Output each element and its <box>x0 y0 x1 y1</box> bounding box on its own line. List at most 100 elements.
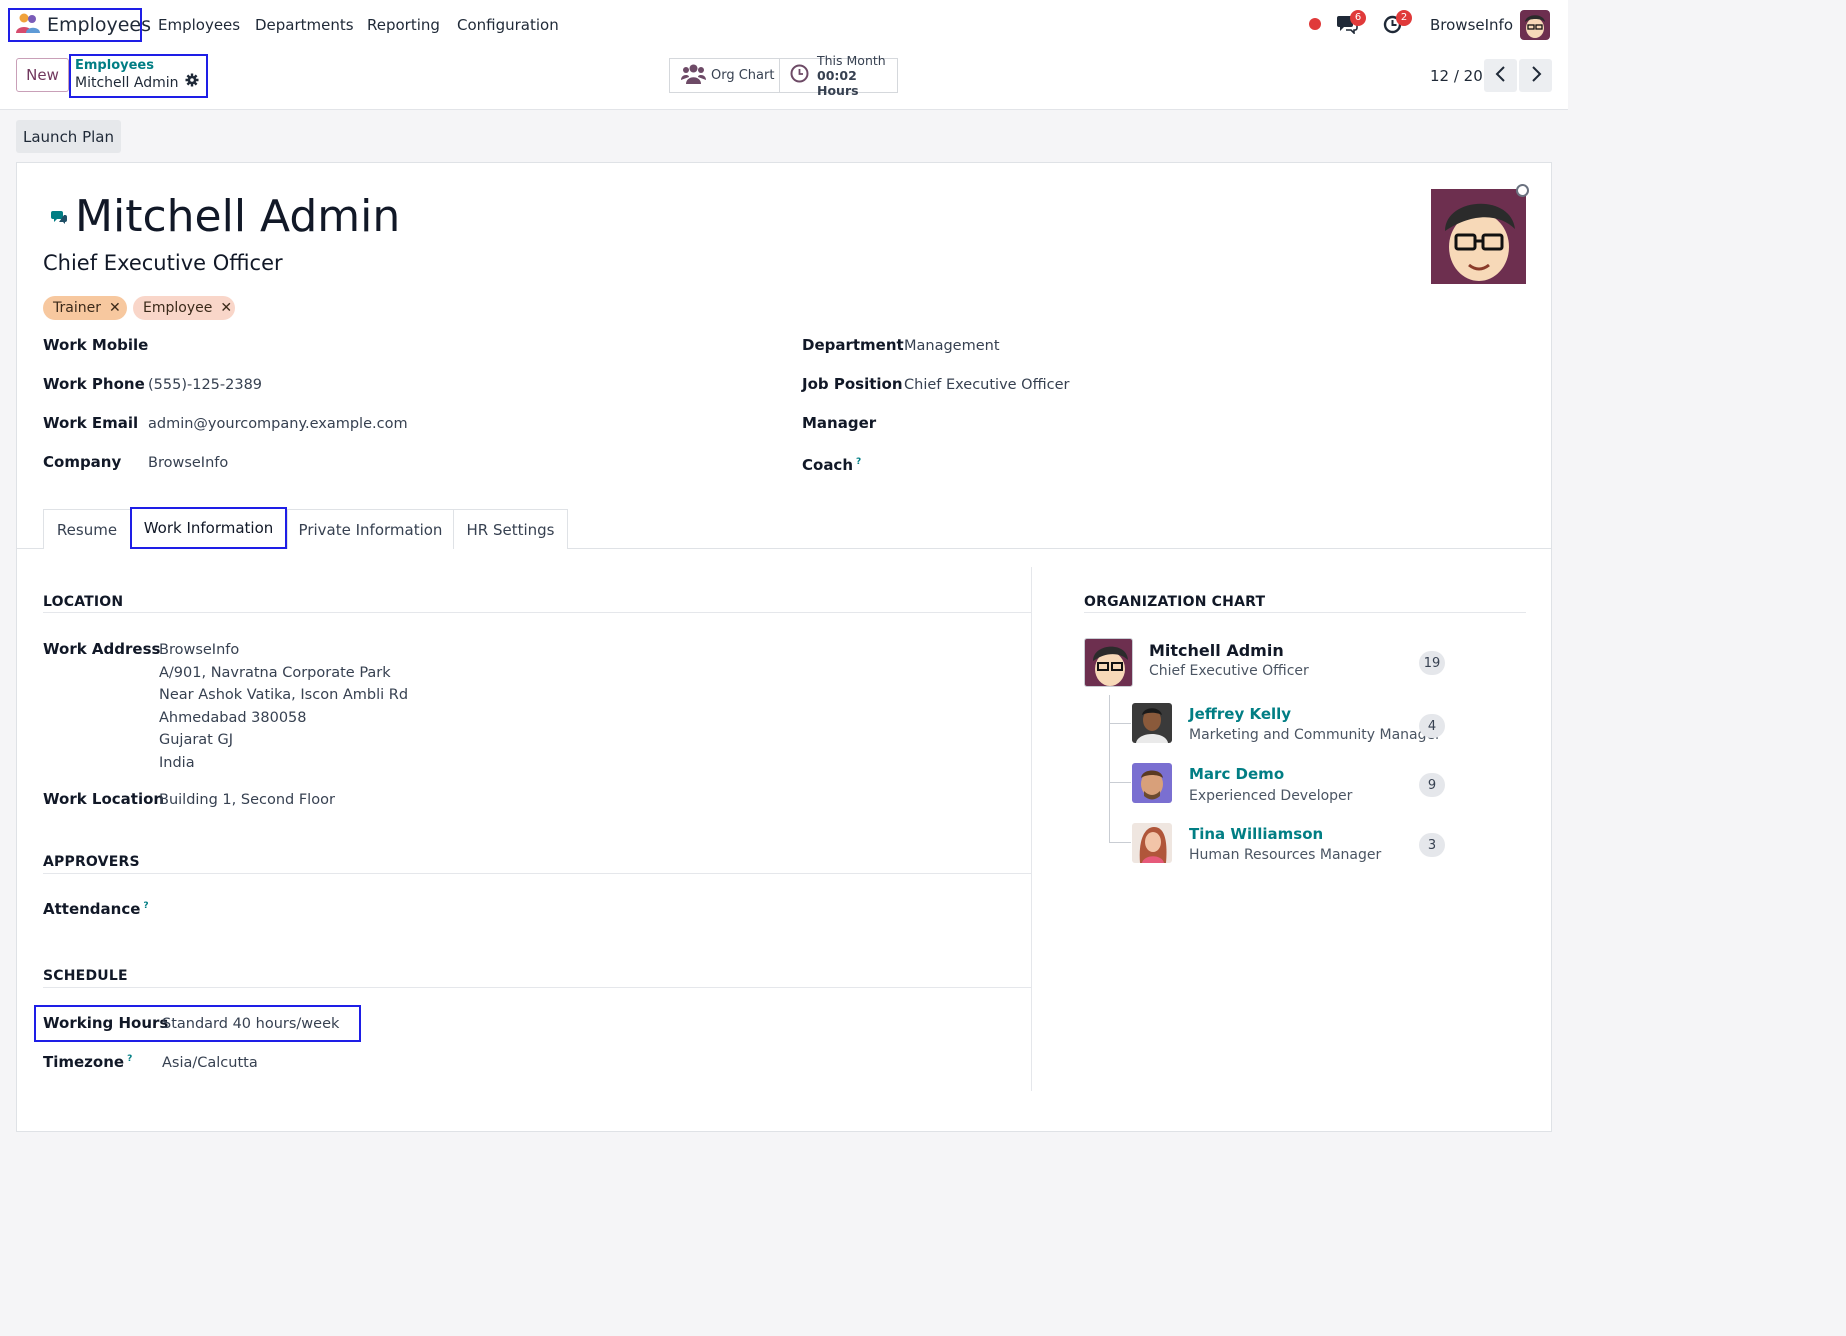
org-chart-count[interactable]: 4 <box>1419 714 1445 738</box>
org-chart-count[interactable]: 9 <box>1419 773 1445 797</box>
org-chart-job: Marketing and Community Manager <box>1189 727 1441 743</box>
help-icon[interactable]: ? <box>856 457 861 467</box>
timesheet-button[interactable]: This Month 00:02 Hours <box>779 53 898 98</box>
work-location-field[interactable]: Building 1, Second Floor <box>159 792 335 808</box>
department-field[interactable]: Management <box>904 338 1000 354</box>
work-email-field[interactable]: admin@yourcompany.example.com <box>148 416 408 432</box>
timesheet-hours: 00:02 Hours <box>817 68 859 98</box>
tree-line <box>1109 695 1110 842</box>
manager-label: Manager <box>802 414 877 432</box>
org-chart-name-tina-williamson[interactable]: Tina Williamson <box>1189 825 1323 843</box>
employee-name[interactable]: Mitchell Admin <box>75 191 400 242</box>
org-chart-name-marc-demo[interactable]: Marc Demo <box>1189 765 1284 783</box>
working-hours-field[interactable]: Standard 40 hours/week <box>162 1016 339 1032</box>
user-avatar[interactable] <box>1520 10 1550 40</box>
org-chart-count[interactable]: 3 <box>1419 833 1445 857</box>
tab-work-information[interactable]: Work Information <box>130 507 287 549</box>
tree-line <box>1109 782 1131 783</box>
org-chart-avatar-jeffrey-kelly[interactable] <box>1132 703 1172 743</box>
remove-tag-icon[interactable]: ✕ <box>220 300 232 316</box>
tab-hr-settings[interactable]: HR Settings <box>453 509 568 549</box>
gear-icon[interactable] <box>185 73 199 93</box>
company-field[interactable]: BrowseInfo <box>148 455 228 471</box>
org-chart-self-job: Chief Executive Officer <box>1149 663 1309 679</box>
top-navbar: Employees Employees Departments Reportin… <box>0 0 1568 50</box>
address-line: India <box>159 754 195 771</box>
org-chart-self-avatar[interactable] <box>1084 638 1133 687</box>
tab-resume[interactable]: Resume <box>43 509 131 549</box>
coach-label-text: Coach <box>802 456 854 474</box>
tag-trainer-label: Trainer <box>53 300 101 316</box>
timezone-label: Timezone? <box>43 1053 132 1071</box>
breadcrumb-current-label: Mitchell Admin <box>75 74 179 91</box>
schedule-section-title: SCHEDULE <box>43 968 128 984</box>
department-label: Department <box>802 336 904 354</box>
help-icon[interactable]: ? <box>127 1054 132 1064</box>
org-chart-avatar-tina-williamson[interactable] <box>1132 823 1172 863</box>
presence-status-icon <box>1516 184 1529 197</box>
company-switcher[interactable]: BrowseInfo <box>1430 16 1513 34</box>
working-hours-label: Working Hours <box>43 1014 169 1032</box>
tag-employee: Employee ✕ <box>133 296 235 320</box>
timesheet-stat: This Month 00:02 Hours <box>817 53 897 98</box>
breadcrumb-current: Mitchell Admin <box>75 73 206 93</box>
menu-configuration[interactable]: Configuration <box>457 16 559 34</box>
app-switcher[interactable]: Employees <box>8 8 151 42</box>
breadcrumb: Employees Mitchell Admin <box>69 54 208 98</box>
help-icon[interactable]: ? <box>143 901 148 911</box>
pager-next-button[interactable] <box>1519 59 1552 92</box>
org-chart-label: Org Chart <box>711 68 775 83</box>
chevron-left-icon <box>1495 65 1507 86</box>
timezone-field[interactable]: Asia/Calcutta <box>162 1055 258 1071</box>
messages-badge: 6 <box>1350 10 1366 26</box>
tag-trainer: Trainer ✕ <box>43 296 127 320</box>
chevron-right-icon <box>1530 65 1542 86</box>
address-line: A/901, Navratna Corporate Park <box>159 664 391 681</box>
work-address-field[interactable]: BrowseInfo A/901, Navratna Corporate Par… <box>159 639 408 774</box>
org-chart-avatar-marc-demo[interactable] <box>1132 763 1172 803</box>
org-chart-name-jeffrey-kelly[interactable]: Jeffrey Kelly <box>1189 705 1291 723</box>
chat-icon[interactable] <box>51 209 67 228</box>
org-chart-job: Human Resources Manager <box>1189 847 1382 863</box>
org-chart-icon <box>681 64 706 88</box>
clock-icon <box>790 64 809 87</box>
coach-label: Coach? <box>802 456 861 474</box>
employee-form-sheet: Mitchell Admin Chief Executive Officer T… <box>16 162 1552 1132</box>
attendance-label-text: Attendance <box>43 900 141 918</box>
menu-reporting[interactable]: Reporting <box>367 16 440 34</box>
status-dot-icon[interactable] <box>1309 18 1321 30</box>
attendance-label: Attendance? <box>43 900 149 918</box>
employees-app-icon <box>15 12 41 38</box>
address-line: Gujarat GJ <box>159 732 233 748</box>
address-line: BrowseInfo <box>159 642 240 658</box>
work-email-label: Work Email <box>43 414 139 432</box>
menu-employees[interactable]: Employees <box>158 16 240 34</box>
tab-private-information[interactable]: Private Information <box>287 509 454 549</box>
new-button[interactable]: New <box>16 58 69 92</box>
app-name: Employees <box>47 14 151 36</box>
employee-photo[interactable] <box>1431 189 1526 284</box>
work-address-label: Work Address <box>43 640 161 658</box>
activities-badge: 2 <box>1396 10 1412 26</box>
pager-value[interactable]: 12 / 20 <box>1430 67 1483 85</box>
tree-line <box>1109 723 1131 724</box>
tag-employee-label: Employee <box>143 300 213 316</box>
org-chart-button[interactable]: Org Chart <box>669 58 780 93</box>
section-divider <box>43 873 1031 874</box>
job-position-field[interactable]: Chief Executive Officer <box>904 377 1069 393</box>
org-chart-self-count[interactable]: 19 <box>1419 651 1445 675</box>
org-chart-job: Experienced Developer <box>1189 788 1353 804</box>
location-section-title: LOCATION <box>43 594 124 610</box>
breadcrumb-employees-link[interactable]: Employees <box>75 58 206 73</box>
section-divider <box>1084 612 1526 613</box>
company-label: Company <box>43 453 122 471</box>
launch-plan-button[interactable]: Launch Plan <box>16 120 121 153</box>
work-phone-label: Work Phone <box>43 375 145 393</box>
section-divider <box>43 987 1031 988</box>
remove-tag-icon[interactable]: ✕ <box>109 300 121 316</box>
employee-job-title[interactable]: Chief Executive Officer <box>43 251 283 275</box>
pager-previous-button[interactable] <box>1484 59 1517 92</box>
work-phone-field[interactable]: (555)-125-2389 <box>148 377 262 393</box>
menu-departments[interactable]: Departments <box>255 16 354 34</box>
work-location-label: Work Location <box>43 790 165 808</box>
